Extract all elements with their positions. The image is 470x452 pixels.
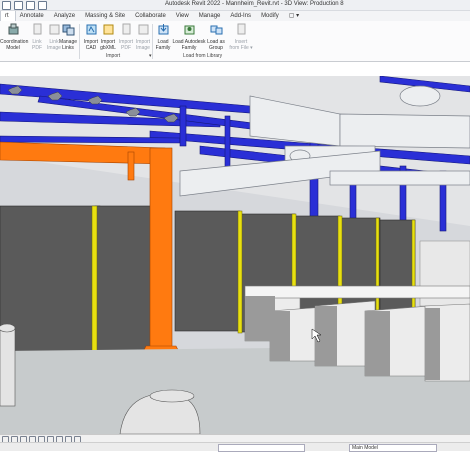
tab-modify[interactable]: Modify <box>257 11 285 21</box>
import-cad-icon <box>86 24 96 35</box>
load-family-button[interactable]: Load Family <box>152 23 174 51</box>
tab-manage[interactable]: Manage <box>195 11 227 21</box>
tab-view[interactable]: View <box>172 11 195 21</box>
link-pdf-icon <box>33 23 41 35</box>
manage-links-button[interactable]: Manage Links <box>57 23 79 51</box>
load-as-group-button[interactable]: Load as Group <box>205 23 227 51</box>
title-bar: Autodesk Revit 2022 - Mannheim_Revit.rvt… <box>0 0 470 11</box>
tab-analyze[interactable]: Analyze <box>50 11 81 21</box>
tab-add-ins[interactable]: Add-Ins <box>226 11 257 21</box>
window-title: Autodesk Revit 2022 - Mannheim_Revit.rvt… <box>165 1 344 7</box>
coordination-model-button[interactable]: Coordination Model <box>0 23 28 51</box>
workset-field[interactable] <box>218 444 305 452</box>
panel-expand-icon[interactable]: ▾ <box>149 53 152 59</box>
ribbon: Coordination Model Link PDF Link Image M… <box>0 21 470 62</box>
insert-from-file-icon <box>237 23 245 35</box>
model-select[interactable]: Main Model <box>349 444 437 452</box>
load-autodesk-family-button[interactable]: Load Autodesk Family <box>172 23 206 51</box>
undo-icon[interactable] <box>38 1 47 10</box>
insert-from-file-button[interactable]: Insert from File ▾ <box>228 23 254 51</box>
save-icon[interactable] <box>26 1 35 10</box>
import-gbxml-icon <box>103 24 113 35</box>
quick-access-toolbar <box>2 1 47 10</box>
ribbon-spacer <box>0 62 470 76</box>
manage-links-icon <box>62 24 74 36</box>
panel-label-load-from-library: Load from Library <box>183 53 223 59</box>
3d-scene <box>0 76 470 434</box>
load-family-icon <box>158 24 168 35</box>
load-autodesk-family-icon <box>184 25 194 35</box>
panel-label-import: Import <box>106 53 121 59</box>
tab-annotate[interactable]: Annotate <box>16 11 50 21</box>
tab-massing-site[interactable]: Massing & Site <box>81 11 131 21</box>
tab-extra[interactable]: ▢ ▾ <box>285 11 305 21</box>
coordination-model-icon <box>8 23 18 35</box>
import-image-button[interactable]: Import Image <box>132 23 154 51</box>
load-as-group-icon <box>210 25 222 35</box>
ribbon-tabs: rt Annotate Analyze Massing & Site Colla… <box>0 11 470 21</box>
open-icon[interactable] <box>14 1 23 10</box>
tab-insert[interactable]: rt <box>0 11 16 21</box>
app-menu-icon[interactable] <box>2 1 11 10</box>
3d-viewport[interactable] <box>0 76 470 434</box>
import-image-icon <box>138 24 148 35</box>
tab-collaborate[interactable]: Collaborate <box>131 11 172 21</box>
import-pdf-icon <box>122 23 130 35</box>
